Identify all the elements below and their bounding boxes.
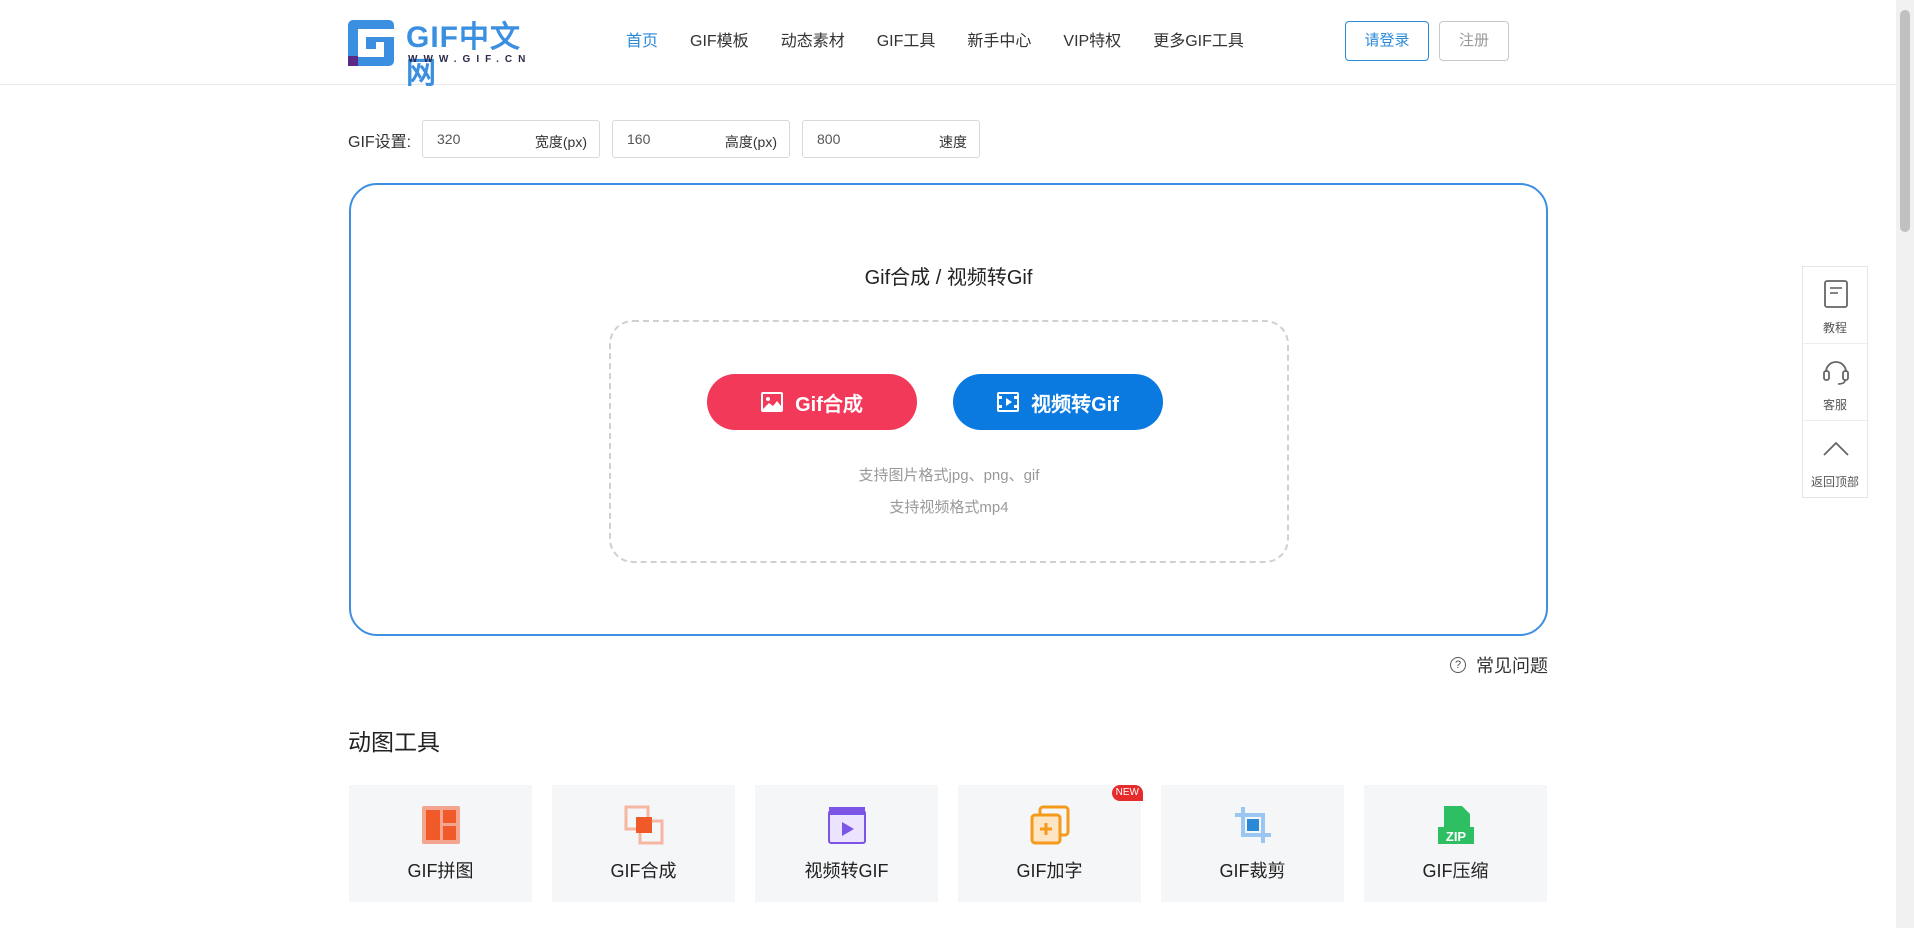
tool-card-video-to-gif[interactable]: 视频转GIF <box>755 785 938 902</box>
sidebar-label: 返回顶部 <box>1810 475 1859 489</box>
tool-card-collage[interactable]: GIF拼图 <box>349 785 532 902</box>
tool-card-merge[interactable]: GIF合成 <box>552 785 735 902</box>
upload-dropzone[interactable]: Gif合成 视频转Gif 支持图片格式jpg、png、gif 支持视频格式mp4 <box>609 320 1289 563</box>
add-text-icon <box>1030 805 1070 845</box>
faq-link[interactable]: ? 常见问题 <box>1450 652 1548 678</box>
tool-card-add-text[interactable]: GIF加字 NEW <box>958 785 1143 902</box>
video-to-gif-button[interactable]: 视频转Gif <box>953 374 1163 430</box>
speed-input[interactable]: 800 速度 <box>802 120 980 158</box>
login-button[interactable]: 请登录 <box>1345 21 1429 61</box>
top-header: GIF中文网 WWW.GIF.CN 首页 GIF模板 动态素材 GIF工具 新手… <box>0 0 1896 90</box>
tool-label: GIF加字 <box>1016 861 1083 881</box>
height-unit: 高度(px) <box>724 134 777 150</box>
tool-card-compress[interactable]: ZIP GIF压缩 <box>1364 785 1547 902</box>
upload-panel: Gif合成 / 视频转Gif Gif合成 视频转Gif 支持图片格式jpg、pn… <box>349 183 1548 636</box>
image-icon <box>761 392 784 412</box>
logo-mark-icon <box>348 20 394 66</box>
gif-settings-label: GIF设置: <box>348 134 412 151</box>
tool-label: GIF压缩 <box>1422 861 1489 881</box>
tool-card-crop[interactable]: GIF裁剪 <box>1161 785 1344 902</box>
film-icon <box>997 392 1020 412</box>
headset-icon <box>1823 361 1849 385</box>
sidebar-item-tutorial[interactable]: 教程 <box>1803 267 1867 344</box>
question-icon: ? <box>1450 657 1466 673</box>
height-input[interactable]: 160 高度(px) <box>612 120 790 158</box>
video-icon <box>828 807 866 844</box>
sidebar-item-support[interactable]: 客服 <box>1803 344 1867 421</box>
merge-icon <box>624 805 664 845</box>
gif-compose-label: Gif合成 <box>795 393 863 416</box>
nav-item-gif-templates[interactable]: GIF模板 <box>690 31 749 55</box>
tool-label: GIF合成 <box>610 861 677 881</box>
page-scrollbar[interactable] <box>1896 0 1914 928</box>
collage-icon <box>422 806 460 844</box>
register-button[interactable]: 注册 <box>1439 21 1509 61</box>
nav-item-vip[interactable]: VIP特权 <box>1063 31 1121 55</box>
main-nav: 首页 GIF模板 动态素材 GIF工具 新手中心 VIP特权 更多GIF工具 <box>626 31 1276 55</box>
site-logo[interactable]: GIF中文网 WWW.GIF.CN <box>348 20 548 90</box>
tool-label: GIF裁剪 <box>1219 861 1286 881</box>
new-badge: NEW <box>1111 785 1143 801</box>
tools-section-title: 动图工具 <box>348 729 440 755</box>
logo-subtitle: WWW.GIF.CN <box>408 54 532 65</box>
scroll-thumb[interactable] <box>1900 10 1910 232</box>
video-to-gif-label: 视频转Gif <box>1031 393 1119 416</box>
faq-label: 常见问题 <box>1476 656 1548 676</box>
sidebar-label: 教程 <box>1822 321 1847 335</box>
tutorial-book-icon <box>1824 280 1848 308</box>
nav-item-dynamic-assets[interactable]: 动态素材 <box>781 31 845 55</box>
sidebar-label: 客服 <box>1822 398 1847 412</box>
nav-item-more-tools[interactable]: 更多GIF工具 <box>1153 31 1244 55</box>
nav-item-home[interactable]: 首页 <box>626 31 658 55</box>
video-format-hint: 支持视频格式mp4 <box>889 499 1009 516</box>
tool-label: 视频转GIF <box>804 861 889 881</box>
nav-item-gif-tools[interactable]: GIF工具 <box>877 31 936 55</box>
chevron-up-icon <box>1823 441 1849 456</box>
sidebar-item-back-to-top[interactable]: 返回顶部 <box>1803 421 1867 497</box>
svg-text:ZIP: ZIP <box>1446 829 1467 844</box>
tool-label: GIF拼图 <box>407 861 474 881</box>
width-value: 320 <box>437 131 461 147</box>
panel-title: Gif合成 / 视频转Gif <box>864 267 1033 289</box>
width-unit: 宽度(px) <box>534 134 587 150</box>
speed-unit: 速度 <box>939 134 967 150</box>
floating-sidebar: 教程 客服 返回顶部 <box>1802 266 1868 498</box>
nav-item-beginner-center[interactable]: 新手中心 <box>967 31 1031 55</box>
width-input[interactable]: 320 宽度(px) <box>422 120 600 158</box>
zip-icon: ZIP <box>1438 806 1474 844</box>
crop-icon <box>1235 807 1271 843</box>
speed-value: 800 <box>817 131 841 147</box>
image-format-hint: 支持图片格式jpg、png、gif <box>858 467 1040 484</box>
height-value: 160 <box>627 131 651 147</box>
gif-compose-button[interactable]: Gif合成 <box>707 374 917 430</box>
